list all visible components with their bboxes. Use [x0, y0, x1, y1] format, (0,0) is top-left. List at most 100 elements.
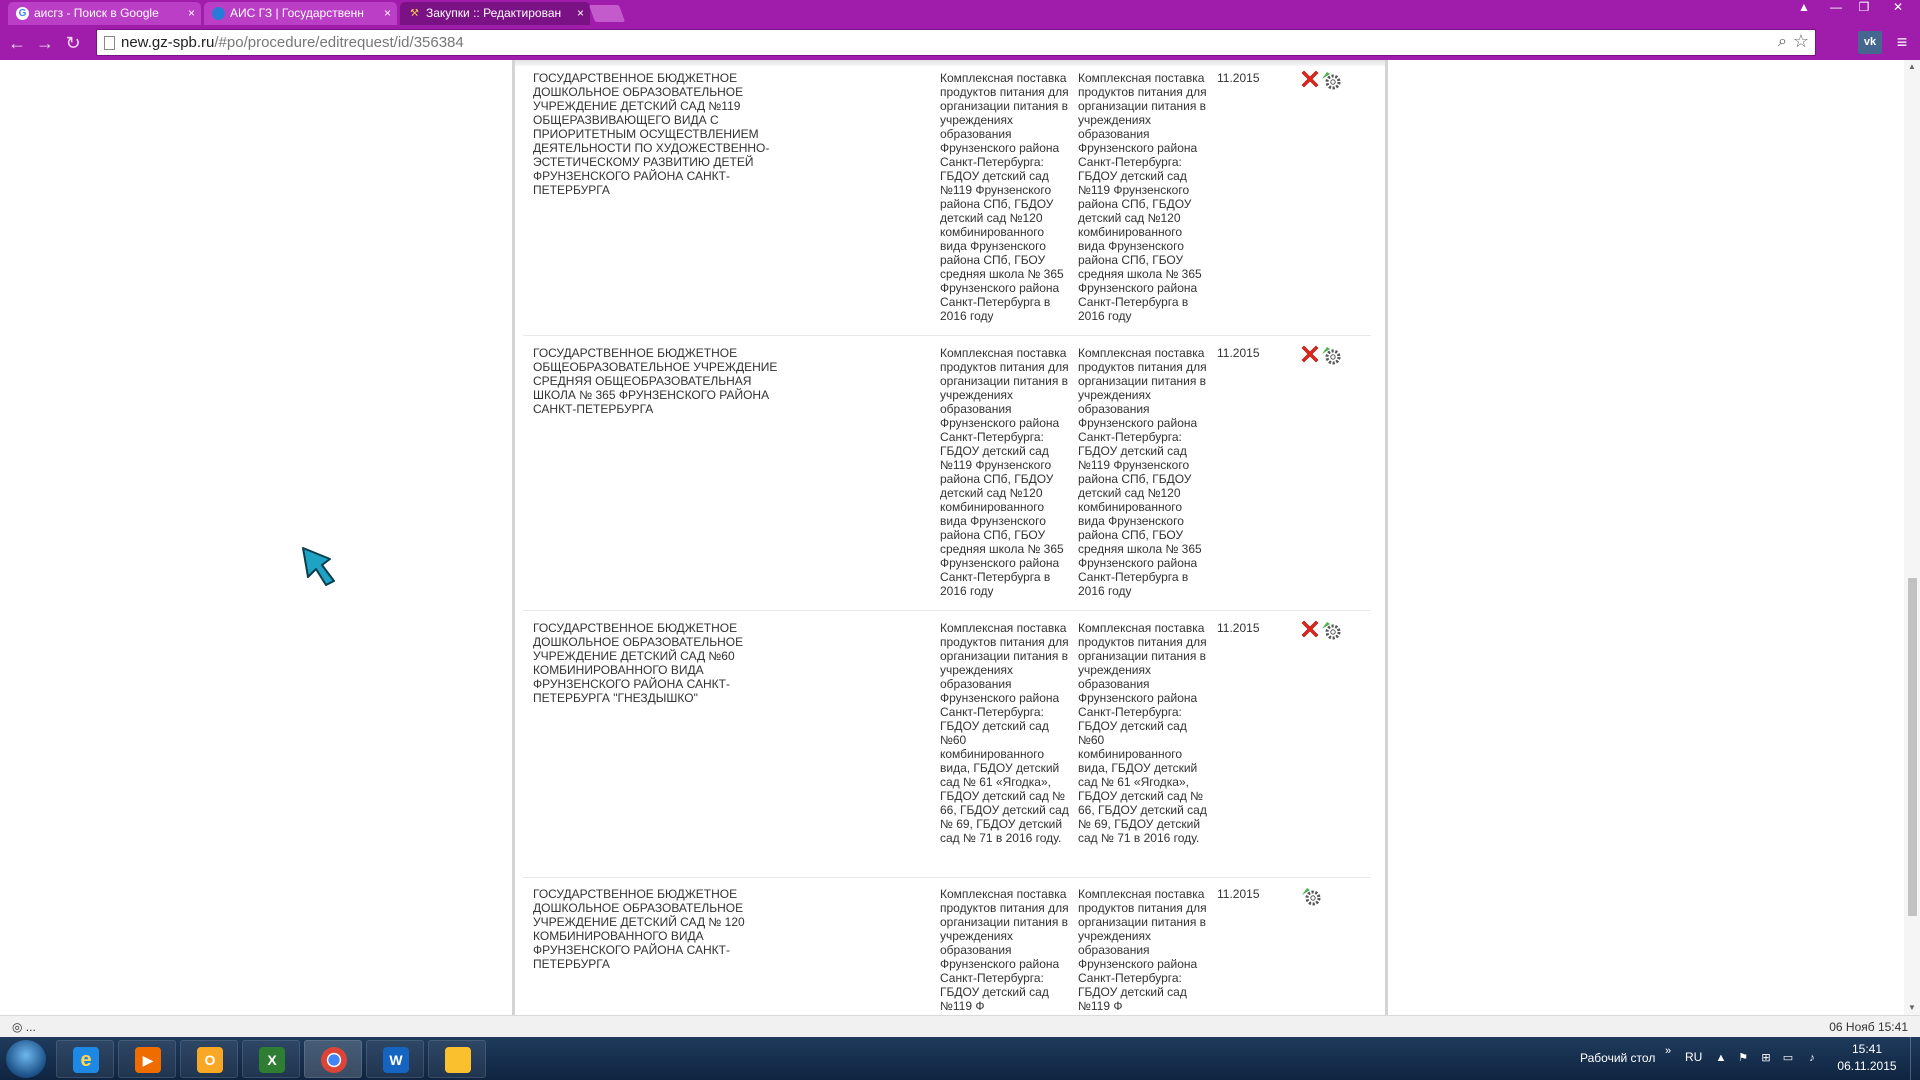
date-cell: 11.2015: [1217, 71, 1260, 85]
chrome-icon: [321, 1047, 347, 1073]
windows-icon[interactable]: ⊞: [1760, 1052, 1772, 1064]
taskbar-chrome[interactable]: [304, 1040, 362, 1078]
start-button[interactable]: [6, 1040, 46, 1078]
back-icon[interactable]: ←: [6, 32, 28, 54]
tab-zakupki[interactable]: ⚒ Закупки :: Редактирован ×: [400, 2, 590, 25]
tab-google-search[interactable]: G аисгз - Поиск в Google ×: [8, 2, 201, 25]
restore-icon[interactable]: ❐: [1850, 0, 1878, 16]
scroll-thumb[interactable]: [1908, 578, 1917, 916]
close-icon[interactable]: ×: [577, 2, 584, 24]
url-text[interactable]: new.gz-spb.ru/#po/procedure/editrequest/…: [121, 34, 464, 51]
page-scrollbar[interactable]: ▲ ▼: [1904, 60, 1920, 1015]
google-icon: G: [16, 7, 29, 20]
delete-icon[interactable]: [1301, 620, 1319, 638]
organization-cell: ГОСУДАРСТВЕННОЕ БЮДЖЕТНОЕ ДОШКОЛЬНОЕ ОБР…: [533, 621, 744, 705]
edit-gear-icon[interactable]: [1321, 620, 1341, 640]
subject-cell: Комплексная поставка продуктов питания д…: [940, 346, 1069, 598]
organization-cell: ГОСУДАРСТВЕННОЕ БЮДЖЕТНОЕ ДОШКОЛЬНОЕ ОБР…: [533, 887, 745, 971]
windows-taskbar: e ▶ O X W Рабочий стол » RU ▲ ⚑ ⊞ ▭ ♪ 15…: [0, 1037, 1920, 1080]
close-icon[interactable]: ×: [384, 2, 391, 24]
tab-label: аисгз - Поиск в Google: [34, 6, 159, 20]
action-center-icon[interactable]: ⚑: [1737, 1052, 1749, 1064]
taskbar-word[interactable]: W: [366, 1040, 424, 1078]
taskbar-outlook[interactable]: O: [180, 1040, 238, 1078]
scroll-up-icon[interactable]: ▲: [1904, 60, 1920, 74]
desktop-toolbar-label[interactable]: Рабочий стол: [1580, 1051, 1655, 1065]
url-host: new.gz-spb.ru: [121, 34, 215, 51]
mouse-cursor-icon: [302, 547, 335, 586]
taskbar-explorer[interactable]: [428, 1040, 486, 1078]
date-cell: 11.2015: [1217, 621, 1260, 635]
subject-alt-cell: Комплексная поставка продуктов питания д…: [1078, 621, 1207, 845]
subject-alt-cell: Комплексная поставка продуктов питания д…: [1078, 71, 1207, 323]
status-datetime: 06 Нояб 15:41: [1829, 1020, 1908, 1034]
browser-statusbar: ◎ ... 06 Нояб 15:41: [0, 1015, 1920, 1037]
table-row: ГОСУДАРСТВЕННОЕ БЮДЖЕТНОЕ ОБЩЕОБРАЗОВАТЕ…: [523, 341, 1371, 611]
language-indicator[interactable]: RU: [1685, 1050, 1702, 1064]
forward-icon[interactable]: →: [34, 32, 56, 54]
edit-gear-icon[interactable]: [1301, 886, 1321, 906]
subject-cell: Комплексная поставка продуктов питания д…: [940, 71, 1069, 323]
tab-ais-gz[interactable]: АИС ГЗ | Государственн ×: [204, 2, 397, 25]
taskbar-clock[interactable]: 15:41 06.11.2015: [1832, 1041, 1902, 1075]
browser-titlebar: G аисгз - Поиск в Google × АИС ГЗ | Госу…: [0, 0, 1920, 25]
page-icon: [104, 36, 115, 50]
taskbar-excel[interactable]: X: [242, 1040, 300, 1078]
new-tab-button[interactable]: [588, 5, 626, 22]
organization-cell: ГОСУДАРСТВЕННОЕ БЮДЖЕТНОЕ ДОШКОЛЬНОЕ ОБР…: [533, 71, 770, 197]
network-icon[interactable]: ▭: [1782, 1052, 1794, 1064]
volume-icon[interactable]: ♪: [1806, 1052, 1818, 1064]
show-desktop-button[interactable]: [1910, 1037, 1920, 1080]
word-icon: W: [383, 1047, 409, 1073]
chevron-right-icon[interactable]: »: [1662, 1045, 1674, 1057]
globe-icon: [212, 7, 225, 20]
table-row: ГОСУДАРСТВЕННОЕ БЮДЖЕТНОЕ ДОШКОЛЬНОЕ ОБР…: [523, 616, 1371, 878]
browser-toolbar: ← → ↻ new.gz-spb.ru/#po/procedure/editre…: [0, 25, 1920, 60]
address-bar[interactable]: new.gz-spb.ru/#po/procedure/editrequest/…: [96, 29, 1816, 56]
chrome-menu-icon[interactable]: ≡: [1893, 31, 1911, 53]
ie-icon: e: [73, 1047, 99, 1073]
vk-extension-icon[interactable]: vk: [1858, 31, 1882, 54]
edit-gear-icon[interactable]: [1321, 70, 1341, 90]
row-actions: [1301, 70, 1361, 90]
zoom-icon[interactable]: ⌕: [1778, 33, 1787, 51]
table-row: ГОСУДАРСТВЕННОЕ БЮДЖЕТНОЕ ДОШКОЛЬНОЕ ОБР…: [523, 882, 1371, 1015]
organization-cell: ГОСУДАРСТВЕННОЕ БЮДЖЕТНОЕ ОБЩЕОБРАЗОВАТЕ…: [533, 346, 778, 416]
tab-label: Закупки :: Редактирован: [426, 6, 562, 20]
folder-icon: [445, 1047, 471, 1073]
date-cell: 11.2015: [1217, 346, 1260, 360]
subject-alt-cell: Комплексная поставка продуктов питания д…: [1078, 887, 1207, 1013]
subject-cell: Комплексная поставка продуктов питания д…: [940, 621, 1069, 845]
taskbar-ie[interactable]: e: [56, 1040, 114, 1078]
scroll-down-icon[interactable]: ▼: [1904, 1001, 1920, 1015]
user-icon[interactable]: ▲: [1790, 0, 1818, 16]
date-cell: 11.2015: [1217, 887, 1260, 901]
media-player-icon: ▶: [135, 1047, 161, 1073]
subject-alt-cell: Комплексная поставка продуктов питания д…: [1078, 346, 1207, 598]
row-actions: [1301, 886, 1361, 906]
system-tray: Рабочий стол » RU ▲ ⚑ ⊞ ▭ ♪: [1570, 1037, 1830, 1080]
subject-cell: Комплексная поставка продуктов питания д…: [940, 887, 1069, 1013]
bookmark-star-icon[interactable]: ☆: [1793, 31, 1809, 52]
clock-date: 06.11.2015: [1837, 1059, 1897, 1073]
close-window-icon[interactable]: ✕: [1880, 0, 1916, 16]
url-path: /#po/procedure/editrequest/id/356384: [214, 34, 464, 51]
row-actions: [1301, 620, 1361, 640]
close-icon[interactable]: ×: [188, 2, 195, 24]
reload-icon[interactable]: ↻: [62, 32, 84, 54]
delete-icon[interactable]: [1301, 70, 1319, 88]
taskbar-media-player[interactable]: ▶: [118, 1040, 176, 1078]
edit-gear-icon[interactable]: [1321, 345, 1341, 365]
requests-panel: ГОСУДАРСТВЕННОЕ БЮДЖЕТНОЕ ДОШКОЛЬНОЕ ОБР…: [512, 60, 1388, 1015]
minimize-icon[interactable]: —: [1822, 0, 1850, 16]
outlook-icon: O: [197, 1047, 223, 1073]
tray-expand-icon[interactable]: ▲: [1715, 1052, 1727, 1064]
page-content: ГОСУДАРСТВЕННОЕ БЮДЖЕТНОЕ ДОШКОЛЬНОЕ ОБР…: [0, 60, 1904, 1015]
loading-status: ◎ ...: [12, 1020, 36, 1034]
excel-icon: X: [259, 1047, 285, 1073]
table-row: ГОСУДАРСТВЕННОЕ БЮДЖЕТНОЕ ДОШКОЛЬНОЕ ОБР…: [523, 66, 1371, 336]
tab-label: АИС ГЗ | Государственн: [230, 6, 364, 20]
clock-time: 15:41: [1851, 1042, 1883, 1056]
delete-icon[interactable]: [1301, 345, 1319, 363]
hammer-icon: ⚒: [410, 8, 419, 19]
